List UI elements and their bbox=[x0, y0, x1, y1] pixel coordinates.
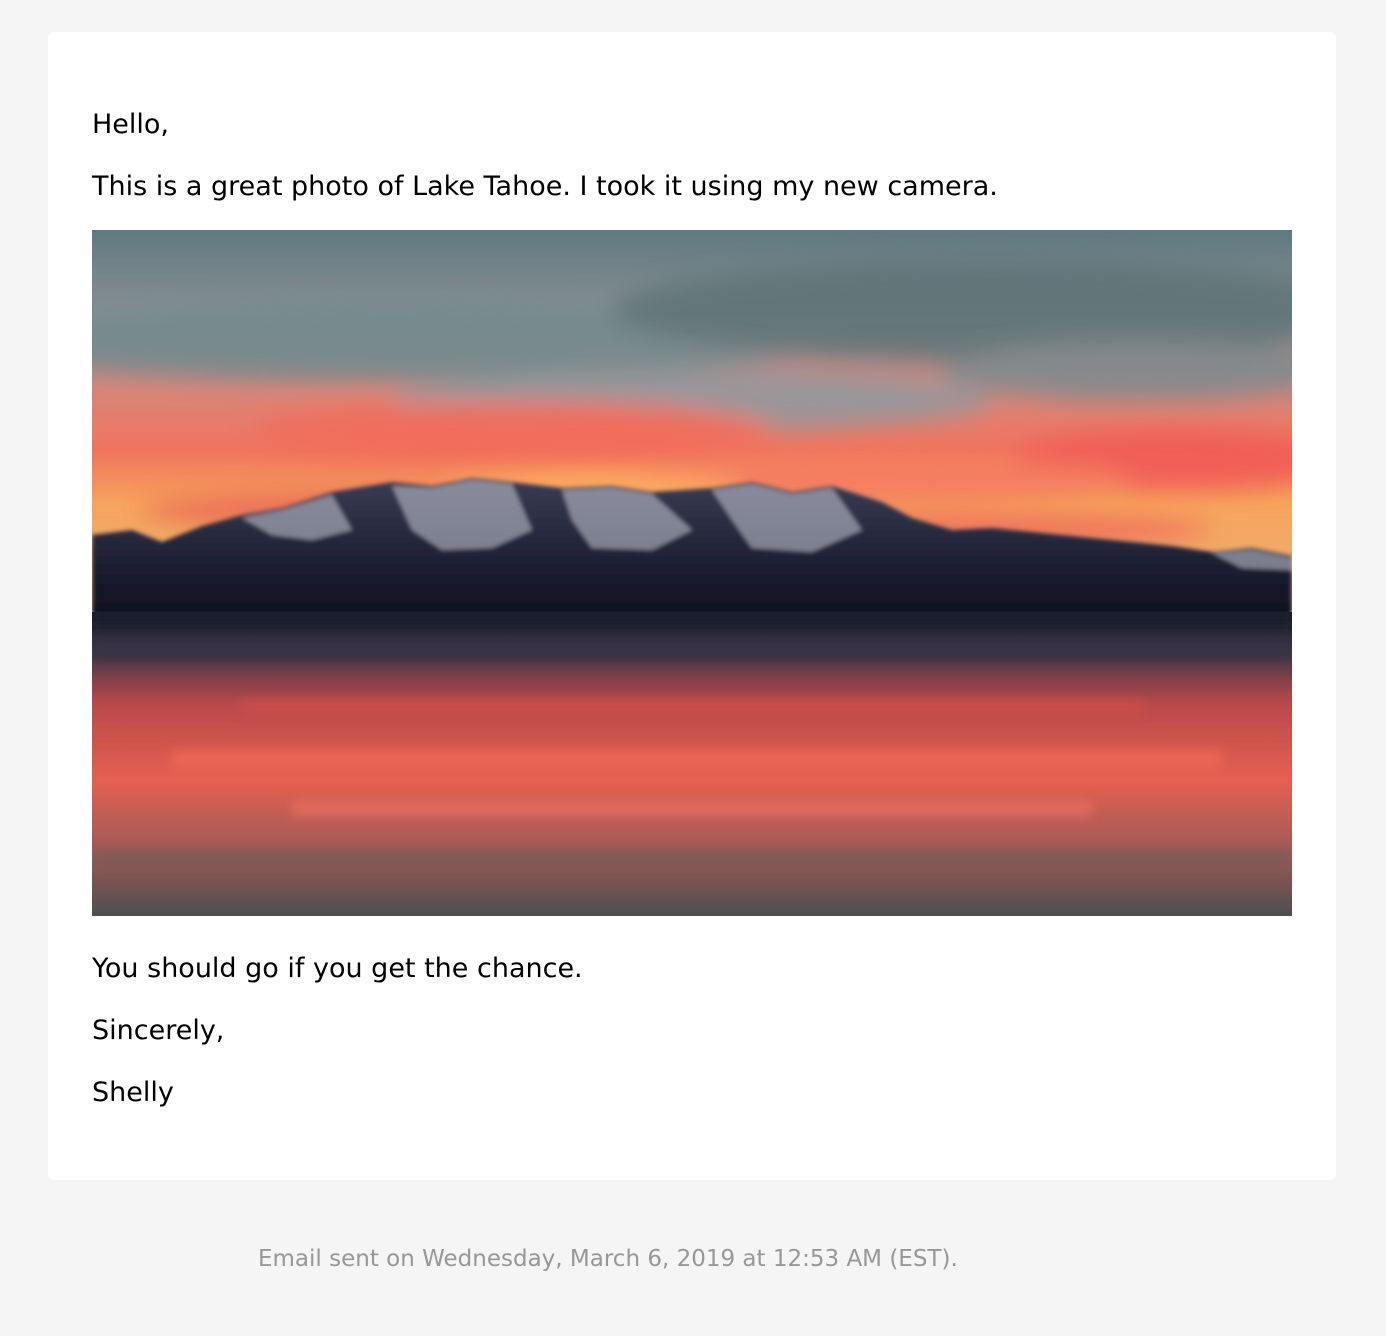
email-sent-timestamp: Email sent on Wednesday, March 6, 2019 a… bbox=[258, 1246, 958, 1272]
email-body-card: Hello, This is a great photo of Lake Tah… bbox=[48, 32, 1336, 1180]
email-signature: Shelly bbox=[92, 1077, 174, 1108]
email-closing: Sincerely, bbox=[92, 1015, 225, 1046]
email-recommendation-text: You should go if you get the chance. bbox=[92, 953, 583, 984]
email-intro-text: This is a great photo of Lake Tahoe. I t… bbox=[92, 171, 998, 202]
lake-tahoe-photo bbox=[92, 230, 1292, 916]
email-greeting: Hello, bbox=[92, 109, 170, 140]
